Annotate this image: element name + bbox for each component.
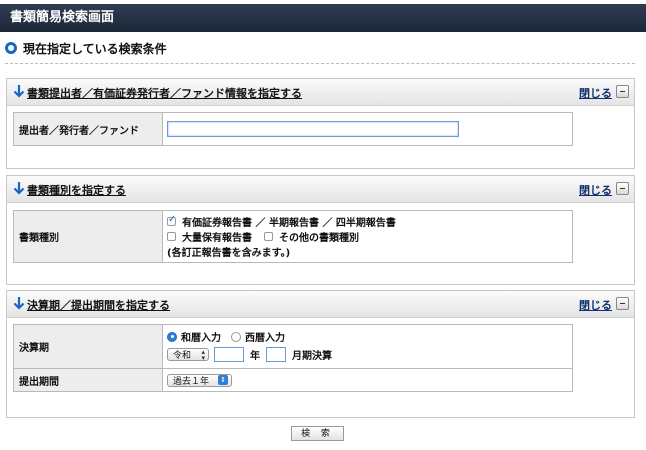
page-title: 書類簡易検索画面 [10, 10, 115, 25]
japanese-era-radio[interactable] [167, 331, 177, 342]
period-panel-header[interactable]: 決算期／提出期間を指定する 閉じる [7, 291, 634, 318]
month-unit-label: 月期決算 [292, 351, 332, 362]
period-panel: 決算期／提出期間を指定する 閉じる 決算期 和暦入力 西暦入力 令和 ▴ ▾ 年… [6, 290, 635, 418]
doc-type-close-link[interactable]: 閉じる [579, 182, 612, 198]
month-input[interactable] [266, 347, 286, 362]
doc-type-option-row: 有価証券報告書 ／ 半期報告書 ／ 四半期報告書 [167, 214, 568, 229]
current-conditions-heading: 現在指定している検索条件 [5, 39, 167, 57]
fiscal-date-row: 令和 ▴ ▾ 年 月期決算 [167, 345, 568, 365]
circle-bullet-icon [5, 42, 17, 54]
large-holding-label[interactable]: 大量保有報告書 [182, 229, 252, 244]
doc-type-panel-title[interactable]: 書類種別を指定する [27, 182, 126, 198]
other-doc-type-label[interactable]: その他の書類種別 [279, 229, 359, 244]
submitter-close-link[interactable]: 閉じる [579, 85, 612, 101]
submission-period-cell: 過去１年 ⇕ [162, 368, 573, 392]
arrow-down-icon [13, 85, 25, 98]
other-doc-type-checkbox[interactable] [264, 232, 273, 241]
period-panel-title[interactable]: 決算期／提出期間を指定する [27, 297, 170, 313]
era-select-value: 令和 [173, 351, 192, 361]
submission-period-label: 提出期間 [13, 368, 163, 392]
submitter-input[interactable] [167, 121, 459, 137]
western-calendar-radio[interactable] [231, 331, 241, 342]
doc-type-field-label: 書類種別 [13, 210, 163, 263]
period-form-table: 決算期 和暦入力 西暦入力 令和 ▴ ▾ 年 月期決算 提出期間 過去１年 ⇕ [13, 324, 573, 392]
submitter-form-table: 提出者／発行者／ファンド [13, 112, 573, 146]
doc-type-collapse-button[interactable] [616, 182, 629, 195]
search-button[interactable]: 検 索 [291, 426, 344, 441]
submitter-panel-header[interactable]: 書類提出者／有価証券発行者／ファンド情報を指定する 閉じる [7, 79, 634, 106]
current-conditions-label: 現在指定している検索条件 [23, 41, 167, 56]
western-calendar-label[interactable]: 西暦入力 [245, 329, 285, 344]
doc-type-panel: 書類種別を指定する 閉じる 書類種別 有価証券報告書 ／ 半期報告書 ／ 四半期… [6, 175, 635, 285]
doc-type-form-table: 書類種別 有価証券報告書 ／ 半期報告書 ／ 四半期報告書 大量保有報告書 その… [13, 210, 573, 263]
page-title-bar: 書類簡易検索画面 [0, 4, 646, 32]
submission-period-select[interactable]: 過去１年 ⇕ [167, 373, 232, 387]
period-close-link[interactable]: 閉じる [579, 297, 612, 313]
doc-type-panel-header[interactable]: 書類種別を指定する 閉じる [7, 176, 634, 203]
doc-type-note: (各訂正報告書を含みます。) [167, 248, 291, 259]
updown-chevron-icon: ⇕ [218, 375, 228, 385]
submission-period-value: 過去１年 [173, 376, 210, 387]
securities-report-label[interactable]: 有価証券報告書 ／ 半期報告書 ／ 四半期報告書 [182, 214, 396, 229]
submitter-field-cell [162, 112, 573, 146]
arrow-down-icon [13, 297, 25, 310]
period-collapse-button[interactable] [616, 297, 629, 310]
calendar-mode-row: 和暦入力 西暦入力 [167, 329, 568, 345]
submitter-field-label: 提出者／発行者／ファンド [13, 112, 163, 146]
submitter-panel: 書類提出者／有価証券発行者／ファンド情報を指定する 閉じる 提出者／発行者／ファ… [6, 78, 635, 169]
divider [5, 63, 635, 64]
updown-chevron-icon: ▴ ▾ [201, 347, 205, 362]
japanese-era-label[interactable]: 和暦入力 [181, 329, 221, 344]
year-input[interactable] [214, 347, 244, 362]
securities-report-checkbox[interactable] [167, 214, 176, 226]
fiscal-period-label: 決算期 [13, 324, 163, 369]
doc-type-options-cell: 有価証券報告書 ／ 半期報告書 ／ 四半期報告書 大量保有報告書 その他の書類種… [162, 210, 573, 263]
large-holding-checkbox[interactable] [167, 232, 176, 241]
submitter-panel-title[interactable]: 書類提出者／有価証券発行者／ファンド情報を指定する [27, 85, 302, 101]
arrow-down-icon [13, 182, 25, 195]
submitter-collapse-button[interactable] [616, 85, 629, 98]
doc-type-option-row: 大量保有報告書 その他の書類種別 [167, 229, 568, 244]
year-unit-label: 年 [250, 351, 260, 362]
fiscal-period-cell: 和暦入力 西暦入力 令和 ▴ ▾ 年 月期決算 [162, 324, 573, 369]
era-select[interactable]: 令和 ▴ ▾ [167, 348, 209, 361]
